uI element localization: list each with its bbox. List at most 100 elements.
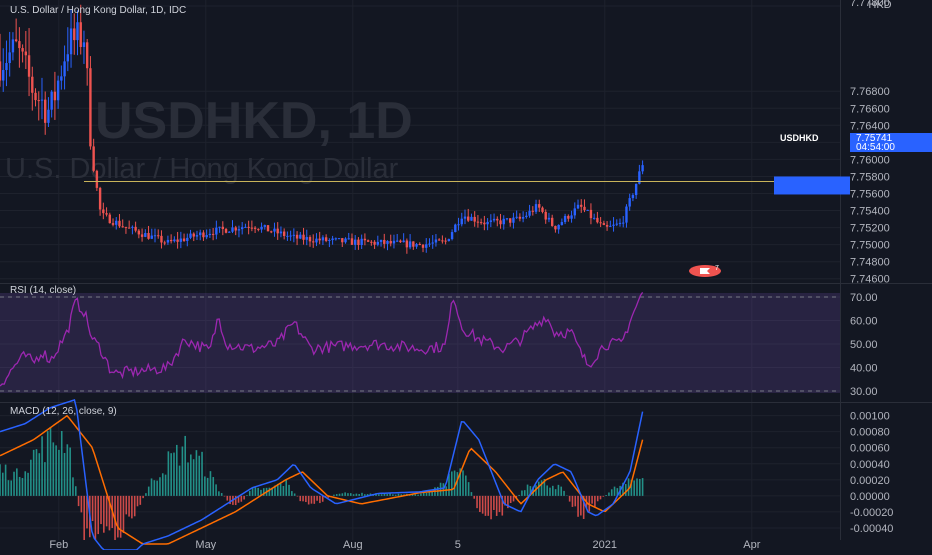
price-candle-body bbox=[102, 209, 105, 214]
price-candle-body bbox=[163, 242, 166, 244]
price-candle-body bbox=[531, 210, 535, 212]
price-candle-body bbox=[622, 222, 625, 224]
price-candle-body bbox=[234, 227, 237, 231]
price-candle-body bbox=[386, 240, 389, 244]
price-candle-body bbox=[240, 227, 244, 230]
price-tag-box bbox=[774, 176, 850, 195]
price-candle-body bbox=[215, 227, 218, 235]
price-candle-body bbox=[592, 217, 596, 219]
price-candle-body bbox=[557, 224, 560, 230]
rsi-axis-tick: 60.00 bbox=[850, 316, 878, 328]
macd-axis-tick: 0.00080 bbox=[850, 427, 890, 439]
price-candle-body bbox=[179, 238, 183, 242]
price-candle-body bbox=[602, 223, 606, 225]
price-candle-body bbox=[63, 61, 66, 77]
price-candle-body bbox=[331, 238, 334, 241]
price-tag-symbol: USDHKD bbox=[780, 133, 819, 143]
price-candle-body bbox=[483, 222, 486, 225]
price-candle-body bbox=[383, 239, 386, 244]
price-candle-body bbox=[218, 226, 221, 228]
price-candle-body bbox=[518, 216, 522, 219]
price-candle-body bbox=[134, 226, 137, 231]
price-candle-body bbox=[405, 240, 409, 248]
price-candle-body bbox=[357, 239, 360, 245]
price-candle-body bbox=[415, 244, 418, 247]
price-candle-body bbox=[282, 231, 286, 236]
price-candle-body bbox=[221, 226, 225, 230]
price-candle-body bbox=[27, 55, 31, 77]
price-candle-body bbox=[460, 218, 463, 225]
price-candle-body bbox=[308, 237, 312, 242]
price-candle-body bbox=[628, 198, 631, 207]
time-axis-tick: Aug bbox=[343, 539, 363, 550]
price-candle-body bbox=[392, 240, 396, 244]
price-candle-body bbox=[509, 218, 512, 223]
price-candle-body bbox=[115, 220, 118, 225]
price-candle-body bbox=[612, 224, 615, 226]
price-candle-body bbox=[14, 39, 18, 42]
price-candle-body bbox=[512, 217, 515, 223]
price-candle-body bbox=[34, 92, 37, 101]
price-candle-body bbox=[486, 221, 489, 225]
price-candle-body bbox=[563, 215, 567, 223]
price-candle-body bbox=[560, 222, 564, 225]
price-candle-body bbox=[69, 28, 73, 55]
price-candle-body bbox=[431, 242, 434, 244]
price-candle-body bbox=[444, 240, 447, 242]
price-candle-body bbox=[399, 240, 402, 243]
price-candle-body bbox=[605, 224, 609, 227]
price-candle-body bbox=[631, 195, 635, 199]
flag-badge-icon[interactable]: 7 bbox=[689, 265, 721, 277]
price-candle-body bbox=[105, 213, 108, 215]
price-candle-body bbox=[169, 239, 173, 242]
price-candle-body bbox=[144, 233, 147, 237]
price-candle-body bbox=[108, 214, 111, 224]
price-candle-body bbox=[66, 54, 70, 62]
price-candle-body bbox=[47, 109, 50, 123]
price-candle-body bbox=[476, 221, 480, 223]
price-candle-body bbox=[37, 100, 40, 102]
price-candle-body bbox=[395, 240, 399, 242]
price-candle-body bbox=[412, 241, 415, 247]
watermark-symbol: USDHKD, 1D bbox=[95, 92, 413, 150]
price-candle-body bbox=[111, 223, 115, 225]
price-candle-body bbox=[479, 222, 483, 224]
price-candle-body bbox=[370, 241, 373, 243]
price-candle-body bbox=[244, 226, 247, 228]
price-candle-body bbox=[457, 224, 460, 226]
price-candle-body bbox=[576, 204, 580, 209]
price-candle-body bbox=[0, 61, 2, 81]
price-candle-body bbox=[147, 233, 150, 239]
price-axis-tick: 7.75000 bbox=[850, 240, 890, 252]
price-candle-body bbox=[202, 232, 205, 238]
price-candle-body bbox=[44, 99, 47, 123]
price-candle-body bbox=[79, 22, 82, 48]
price-candle-body bbox=[305, 237, 308, 240]
price-axis-tick: 7.76600 bbox=[850, 103, 890, 115]
price-candle-body bbox=[270, 231, 273, 233]
price-candle-body bbox=[586, 209, 589, 211]
price-candle-body bbox=[363, 238, 367, 241]
price-candle-body bbox=[379, 239, 383, 242]
price-candle-body bbox=[260, 226, 263, 230]
price-candle-body bbox=[85, 42, 89, 69]
price-candle-body bbox=[596, 217, 599, 223]
macd-legend: MACD (12, 26, close, 9) bbox=[10, 406, 117, 417]
price-candle-body bbox=[8, 52, 11, 64]
currency-label: HKD bbox=[868, 0, 891, 11]
price-candle-body bbox=[189, 233, 192, 238]
price-candle-body bbox=[118, 220, 121, 227]
trading-chart[interactable]: USDHKD, 1D U.S. Dollar / Hong Kong Dolla… bbox=[0, 0, 932, 551]
price-candle-body bbox=[182, 238, 186, 242]
price-candle-body bbox=[124, 226, 128, 228]
price-candle-body bbox=[89, 68, 92, 147]
price-candle-body bbox=[253, 227, 257, 229]
price-candle-body bbox=[550, 217, 554, 226]
rsi-axis-tick: 40.00 bbox=[850, 362, 878, 374]
price-candle-body bbox=[324, 237, 328, 241]
price-candle-body bbox=[31, 76, 34, 93]
price-candle-body bbox=[279, 231, 283, 234]
price-tag-countdown: 04:54:00 bbox=[856, 142, 895, 153]
rsi-axis-tick: 70.00 bbox=[850, 292, 878, 304]
rsi-band bbox=[0, 293, 840, 393]
